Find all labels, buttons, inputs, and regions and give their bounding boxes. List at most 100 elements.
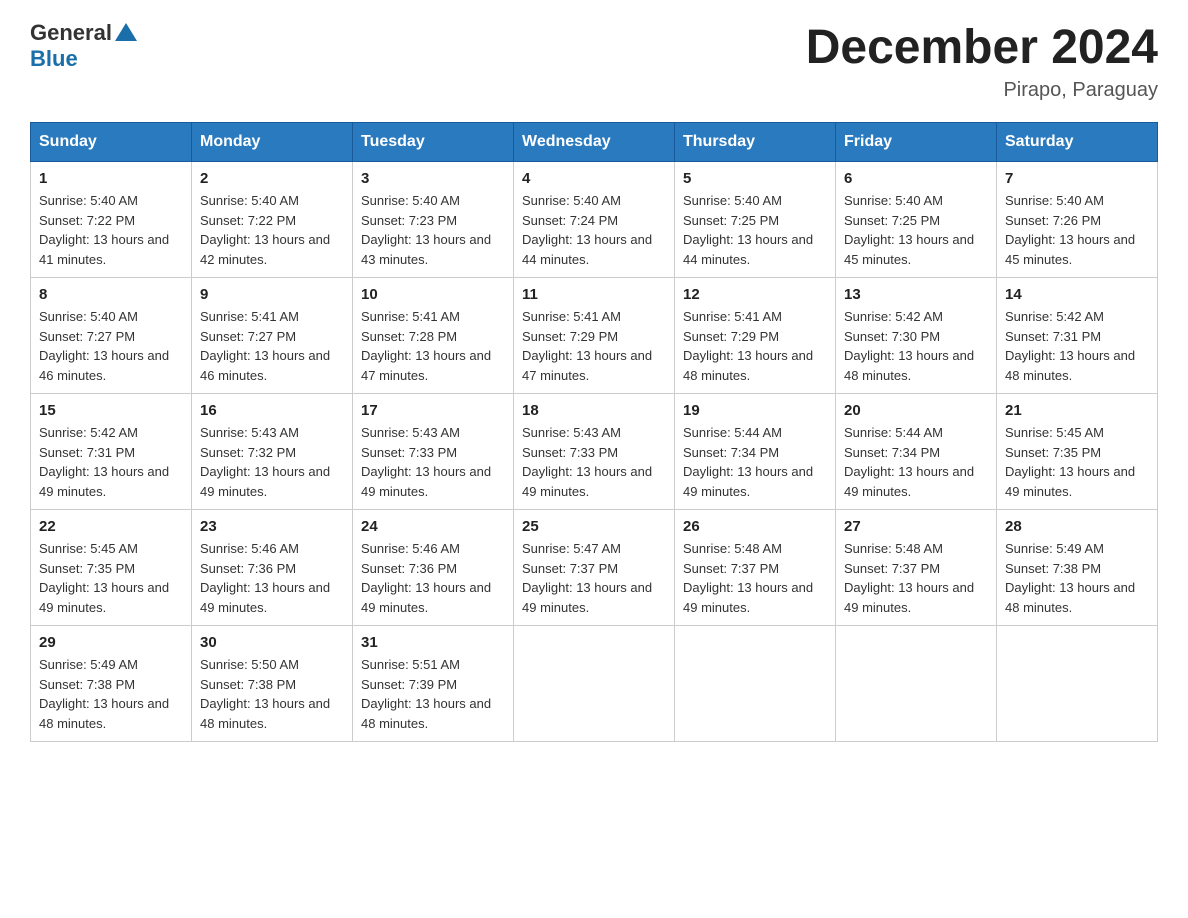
day-info: Sunrise: 5:49 AMSunset: 7:38 PMDaylight:… [39, 655, 183, 733]
day-number: 7 [1005, 170, 1149, 187]
calendar-cell: 16 Sunrise: 5:43 AMSunset: 7:32 PMDayligh… [192, 394, 353, 510]
calendar-cell: 20Sunrise: 5:44 AMSunset: 7:34 PMDayligh… [836, 394, 997, 510]
day-info: Sunrise: 5:50 AMSunset: 7:38 PMDaylight:… [200, 655, 344, 733]
day-info: Sunrise: 5:43 AMSunset: 7:32 PMDaylight:… [200, 423, 344, 501]
day-info: Sunrise: 5:47 AMSunset: 7:37 PMDaylight:… [522, 539, 666, 617]
logo-general-text: General [30, 20, 112, 46]
calendar-cell: 23 Sunrise: 5:46 AMSunset: 7:36 PMDayligh… [192, 510, 353, 626]
calendar-cell: 31 Sunrise: 5:51 AMSunset: 7:39 PMDayligh… [353, 626, 514, 742]
page-title: December 2024 [806, 20, 1158, 75]
calendar-cell: 11 Sunrise: 5:41 AMSunset: 7:29 PMDayligh… [514, 278, 675, 394]
day-number: 13 [844, 286, 988, 303]
calendar-cell: 24Sunrise: 5:46 AMSunset: 7:36 PMDayligh… [353, 510, 514, 626]
day-number: 14 [1005, 286, 1149, 303]
day-number: 16 [200, 402, 344, 419]
calendar-cell: 5 Sunrise: 5:40 AMSunset: 7:25 PMDaylight… [675, 162, 836, 278]
calendar-cell: 21 Sunrise: 5:45 AMSunset: 7:35 PMDayligh… [997, 394, 1158, 510]
column-header-saturday: Saturday [997, 123, 1158, 162]
calendar-cell: 12Sunrise: 5:41 AMSunset: 7:29 PMDayligh… [675, 278, 836, 394]
calendar-cell [514, 626, 675, 742]
calendar-week-row: 1 Sunrise: 5:40 AMSunset: 7:22 PMDaylight… [31, 162, 1158, 278]
calendar-cell: 28 Sunrise: 5:49 AMSunset: 7:38 PMDayligh… [997, 510, 1158, 626]
day-number: 9 [200, 286, 344, 303]
day-number: 11 [522, 286, 666, 303]
day-number: 28 [1005, 518, 1149, 535]
day-number: 4 [522, 170, 666, 187]
day-info: Sunrise: 5:44 AMSunset: 7:34 PMDaylight:… [683, 423, 827, 501]
day-number: 21 [1005, 402, 1149, 419]
day-number: 15 [39, 402, 183, 419]
day-info: Sunrise: 5:49 AMSunset: 7:38 PMDaylight:… [1005, 539, 1149, 617]
day-info: Sunrise: 5:42 AMSunset: 7:31 PMDaylight:… [1005, 307, 1149, 385]
day-number: 19 [683, 402, 827, 419]
calendar-cell: 13 Sunrise: 5:42 AMSunset: 7:30 PMDayligh… [836, 278, 997, 394]
calendar-cell: 30 Sunrise: 5:50 AMSunset: 7:38 PMDayligh… [192, 626, 353, 742]
calendar-cell: 2 Sunrise: 5:40 AMSunset: 7:22 PMDaylight… [192, 162, 353, 278]
day-number: 8 [39, 286, 183, 303]
day-info: Sunrise: 5:45 AMSunset: 7:35 PMDaylight:… [1005, 423, 1149, 501]
day-info: Sunrise: 5:40 AMSunset: 7:25 PMDaylight:… [683, 191, 827, 269]
subtitle: Pirapo, Paraguay [806, 79, 1158, 102]
column-header-tuesday: Tuesday [353, 123, 514, 162]
day-number: 31 [361, 634, 505, 651]
calendar-cell [836, 626, 997, 742]
calendar-header-row: SundayMondayTuesdayWednesdayThursdayFrid… [31, 123, 1158, 162]
calendar-cell: 14 Sunrise: 5:42 AMSunset: 7:31 PMDayligh… [997, 278, 1158, 394]
day-info: Sunrise: 5:44 AMSunset: 7:34 PMDaylight:… [844, 423, 988, 501]
day-number: 2 [200, 170, 344, 187]
day-info: Sunrise: 5:40 AMSunset: 7:26 PMDaylight:… [1005, 191, 1149, 269]
day-info: Sunrise: 5:40 AMSunset: 7:22 PMDaylight:… [39, 191, 183, 269]
day-number: 23 [200, 518, 344, 535]
day-info: Sunrise: 5:42 AMSunset: 7:30 PMDaylight:… [844, 307, 988, 385]
day-number: 18 [522, 402, 666, 419]
day-info: Sunrise: 5:40 AMSunset: 7:23 PMDaylight:… [361, 191, 505, 269]
day-info: Sunrise: 5:51 AMSunset: 7:39 PMDaylight:… [361, 655, 505, 733]
day-info: Sunrise: 5:41 AMSunset: 7:27 PMDaylight:… [200, 307, 344, 385]
day-info: Sunrise: 5:40 AMSunset: 7:27 PMDaylight:… [39, 307, 183, 385]
day-number: 1 [39, 170, 183, 187]
calendar-cell: 9 Sunrise: 5:41 AMSunset: 7:27 PMDaylight… [192, 278, 353, 394]
day-number: 17 [361, 402, 505, 419]
day-number: 30 [200, 634, 344, 651]
day-info: Sunrise: 5:40 AMSunset: 7:22 PMDaylight:… [200, 191, 344, 269]
logo: General Blue [30, 20, 137, 72]
calendar-cell: 6Sunrise: 5:40 AMSunset: 7:25 PMDaylight… [836, 162, 997, 278]
day-info: Sunrise: 5:43 AMSunset: 7:33 PMDaylight:… [361, 423, 505, 501]
day-info: Sunrise: 5:42 AMSunset: 7:31 PMDaylight:… [39, 423, 183, 501]
calendar-cell: 8 Sunrise: 5:40 AMSunset: 7:27 PMDaylight… [31, 278, 192, 394]
day-number: 10 [361, 286, 505, 303]
calendar-week-row: 8 Sunrise: 5:40 AMSunset: 7:27 PMDaylight… [31, 278, 1158, 394]
calendar-cell: 17 Sunrise: 5:43 AMSunset: 7:33 PMDayligh… [353, 394, 514, 510]
day-number: 26 [683, 518, 827, 535]
calendar-cell: 15 Sunrise: 5:42 AMSunset: 7:31 PMDayligh… [31, 394, 192, 510]
day-info: Sunrise: 5:48 AMSunset: 7:37 PMDaylight:… [683, 539, 827, 617]
day-info: Sunrise: 5:41 AMSunset: 7:29 PMDaylight:… [522, 307, 666, 385]
day-number: 22 [39, 518, 183, 535]
calendar-cell: 19 Sunrise: 5:44 AMSunset: 7:34 PMDayligh… [675, 394, 836, 510]
day-info: Sunrise: 5:48 AMSunset: 7:37 PMDaylight:… [844, 539, 988, 617]
day-number: 25 [522, 518, 666, 535]
column-header-thursday: Thursday [675, 123, 836, 162]
calendar-cell [997, 626, 1158, 742]
calendar-cell: 7 Sunrise: 5:40 AMSunset: 7:26 PMDaylight… [997, 162, 1158, 278]
column-header-wednesday: Wednesday [514, 123, 675, 162]
day-number: 29 [39, 634, 183, 651]
logo-triangle-icon [115, 23, 137, 46]
calendar-week-row: 22Sunrise: 5:45 AMSunset: 7:35 PMDayligh… [31, 510, 1158, 626]
calendar-cell [675, 626, 836, 742]
day-number: 24 [361, 518, 505, 535]
calendar-cell: 27 Sunrise: 5:48 AMSunset: 7:37 PMDayligh… [836, 510, 997, 626]
logo-blue-text: Blue [30, 46, 78, 71]
calendar-week-row: 15 Sunrise: 5:42 AMSunset: 7:31 PMDayligh… [31, 394, 1158, 510]
calendar-cell: 25 Sunrise: 5:47 AMSunset: 7:37 PMDayligh… [514, 510, 675, 626]
calendar-cell: 29 Sunrise: 5:49 AMSunset: 7:38 PMDayligh… [31, 626, 192, 742]
day-info: Sunrise: 5:40 AMSunset: 7:25 PMDaylight:… [844, 191, 988, 269]
calendar-cell: 22Sunrise: 5:45 AMSunset: 7:35 PMDayligh… [31, 510, 192, 626]
column-header-monday: Monday [192, 123, 353, 162]
calendar-table: SundayMondayTuesdayWednesdayThursdayFrid… [30, 122, 1158, 742]
day-info: Sunrise: 5:46 AMSunset: 7:36 PMDaylight:… [200, 539, 344, 617]
calendar-cell: 10Sunrise: 5:41 AMSunset: 7:28 PMDayligh… [353, 278, 514, 394]
day-number: 5 [683, 170, 827, 187]
day-number: 27 [844, 518, 988, 535]
calendar-cell: 3Sunrise: 5:40 AMSunset: 7:23 PMDaylight… [353, 162, 514, 278]
